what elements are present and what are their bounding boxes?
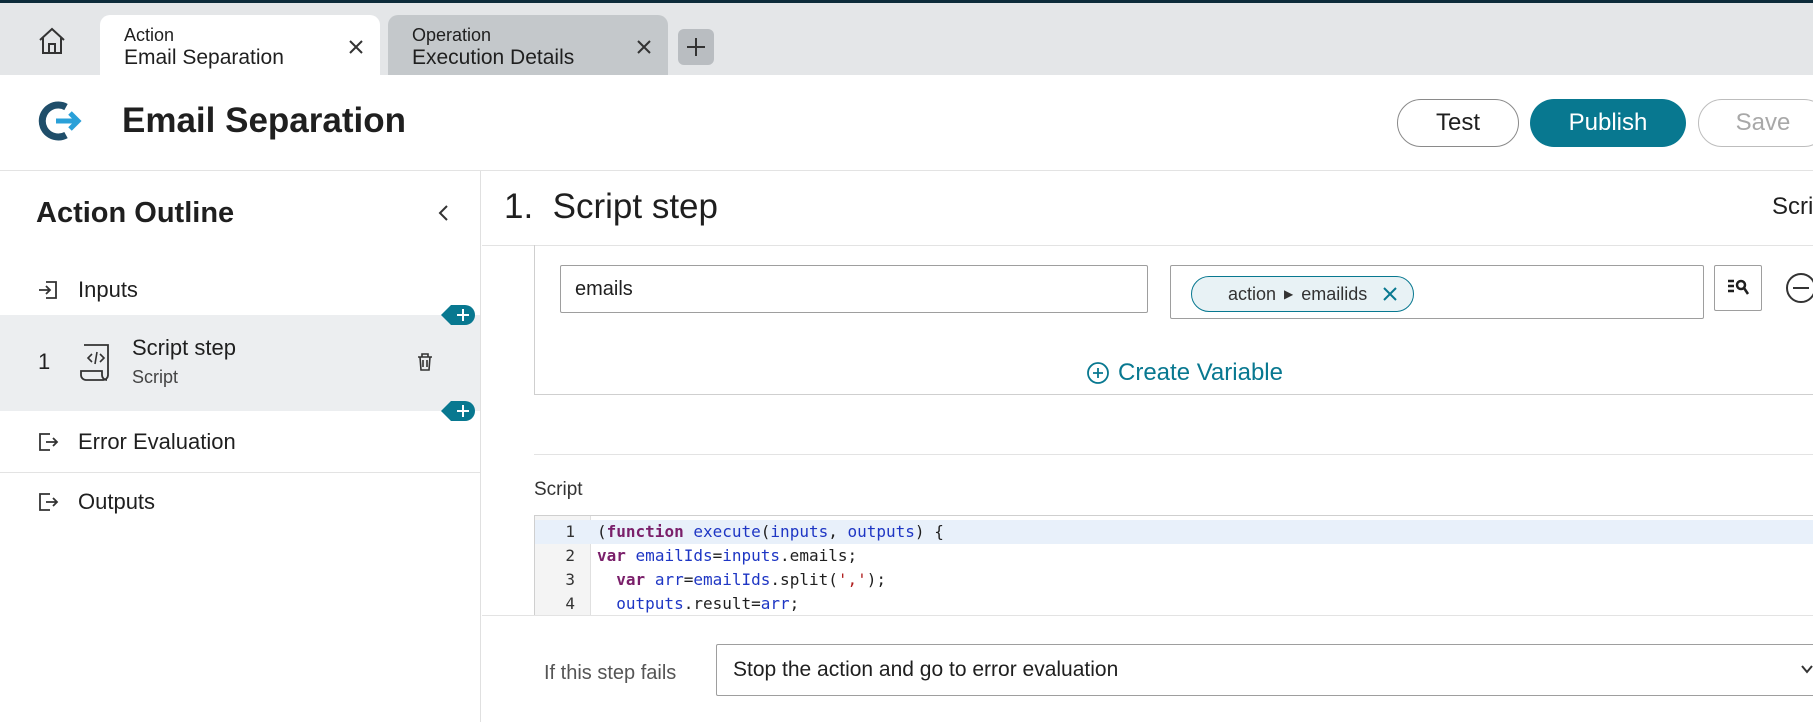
sidebar-item-label: Inputs [78, 277, 138, 302]
plus-icon [687, 38, 705, 56]
tab-title-label: Execution Details [412, 46, 575, 69]
script-code-editor[interactable]: 1 (function execute(inputs, outputs) { 2… [534, 515, 1813, 615]
step-type-heading: Scrip [1772, 193, 1813, 220]
line-number: 2 [565, 546, 575, 565]
remove-circle-icon[interactable] [1784, 271, 1813, 305]
tab-type-label: Action [124, 25, 175, 45]
chevron-down-icon [1801, 665, 1813, 674]
tab-title-label: Email Separation [124, 46, 284, 69]
create-variable-label: Create Variable [1118, 359, 1283, 386]
pill-part: action [1228, 283, 1277, 304]
step-editor-panel: 1. Script step Scrip action ▶ emailids C… [482, 171, 1813, 722]
close-icon[interactable] [1381, 285, 1399, 303]
sign-out-icon [39, 432, 59, 451]
step-failure-settings: If this step fails Stop the action and g… [482, 615, 1813, 722]
variable-name-input[interactable] [560, 265, 1148, 313]
publish-button[interactable]: Publish [1530, 99, 1686, 147]
sidebar-item-label: Error Evaluation [78, 428, 236, 454]
sidebar-title: Action Outline [36, 197, 235, 229]
line-number: 3 [565, 570, 575, 589]
step-name: Script step [132, 335, 236, 360]
code-text: (function execute(inputs, outputs) { [597, 522, 944, 541]
code-text: outputs.result=arr; [616, 594, 800, 613]
caret-right-icon: ▶ [1284, 287, 1294, 301]
sign-out-icon [39, 493, 59, 511]
page-title: Email Separation [122, 101, 406, 140]
sign-in-icon [39, 281, 57, 299]
code-line[interactable]: 2 var emailIds=inputs.emails; [535, 544, 1813, 568]
test-button[interactable]: Test [1397, 99, 1519, 147]
sidebar-item-outputs[interactable]: Outputs [0, 473, 480, 531]
code-text: var emailIds=inputs.emails; [597, 546, 858, 565]
tab-execution-details[interactable]: Operation Execution Details [388, 15, 668, 75]
line-number: 1 [565, 522, 575, 541]
sidebar-item-error-evaluation[interactable]: Error Evaluation [0, 411, 480, 473]
divider [534, 454, 1813, 455]
close-icon[interactable] [634, 37, 654, 57]
step-type: Script [132, 367, 179, 387]
sidebar-item-label: Outputs [78, 489, 156, 514]
sidebar-item-inputs[interactable]: Inputs [0, 265, 480, 315]
app-logo-icon [38, 101, 82, 141]
close-icon[interactable] [346, 37, 366, 57]
home-icon [39, 27, 65, 54]
pill-part: emailids [1301, 283, 1368, 304]
sidebar-item-script-step[interactable]: 1 Script step Script [0, 315, 480, 411]
code-text: var arr=emailIds.split(','); [616, 570, 887, 589]
save-button[interactable]: Save [1698, 99, 1813, 147]
tab-type-label: Operation [412, 25, 492, 45]
home-button[interactable] [32, 21, 72, 61]
action-outline-sidebar: Action Outline Inputs 1 Script step Scri… [0, 171, 481, 722]
code-line[interactable]: 4 outputs.result=arr; [535, 592, 1813, 615]
on-failure-select[interactable]: Stop the action and go to error evaluati… [716, 644, 1813, 696]
tab-strip: Action Email Separation Operation Execut… [0, 3, 1813, 75]
data-picker-icon [1728, 279, 1750, 295]
tab-email-separation[interactable]: Action Email Separation [100, 15, 380, 75]
add-tab-button[interactable] [678, 29, 714, 65]
trash-icon[interactable] [414, 351, 436, 373]
fail-label: If this step fails [544, 662, 677, 684]
plus-circle-icon [1087, 362, 1109, 384]
script-label: Script [534, 479, 583, 500]
data-pill[interactable]: action ▶ emailids [1191, 276, 1415, 312]
chevron-left-icon[interactable] [432, 201, 456, 225]
on-failure-value: Stop the action and go to error evaluati… [733, 658, 1119, 681]
add-step-above-icon[interactable] [441, 301, 479, 329]
code-line[interactable]: 1 (function execute(inputs, outputs) { [535, 520, 1813, 544]
data-pill-picker-button[interactable] [1714, 265, 1762, 311]
code-line[interactable]: 3 var arr=emailIds.split(','); [535, 568, 1813, 592]
script-scroll-icon [80, 344, 109, 381]
page-header: Email Separation Test Publish Save [0, 75, 1813, 171]
step-heading: 1. Script step [504, 187, 718, 226]
create-variable-link[interactable]: Create Variable [1086, 359, 1283, 387]
line-number: 4 [565, 594, 575, 613]
variable-value-field[interactable]: action ▶ emailids [1170, 265, 1704, 319]
step-number: 1 [38, 349, 51, 374]
